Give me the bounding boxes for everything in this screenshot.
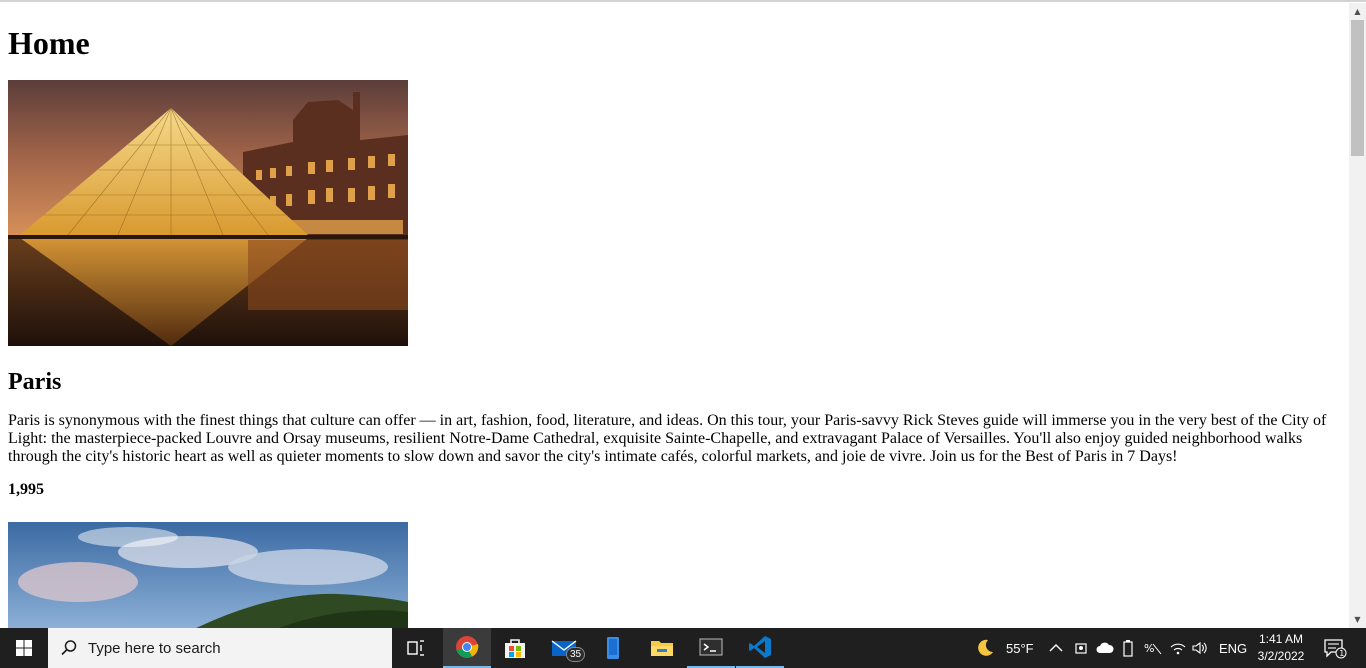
cloud-icon — [1096, 642, 1114, 653]
page-content: Home Paris Paris is synonymous with the … — [0, 24, 1349, 628]
taskbar-terminal[interactable] — [687, 628, 735, 668]
mail-badge: 35 — [566, 647, 586, 662]
start-button[interactable] — [0, 628, 48, 668]
tour-title: Paris — [8, 369, 62, 395]
taskbar-clock[interactable]: 1:41 AM 3/2/2022 — [1250, 631, 1312, 665]
vertical-scrollbar[interactable]: ▲ ▼ — [1349, 3, 1366, 628]
meet-now-icon — [1075, 643, 1087, 654]
louvre-pyramid-image — [8, 80, 408, 346]
chevron-up-icon — [1049, 644, 1063, 652]
battery-icon — [1123, 640, 1133, 657]
scrollbar-thumb[interactable] — [1351, 20, 1364, 156]
taskbar-search-box[interactable]: Type here to search — [48, 628, 392, 668]
taskbar-phone-app[interactable] — [589, 628, 637, 668]
task-view-icon — [407, 640, 424, 656]
landscape-image — [8, 522, 408, 628]
weather-temperature: 55°F — [1006, 640, 1034, 656]
search-placeholder: Type here to search — [88, 639, 221, 657]
tray-onedrive[interactable] — [1096, 628, 1114, 668]
tray-ime[interactable]: % — [1144, 628, 1162, 668]
taskbar-chrome[interactable] — [443, 628, 491, 668]
tray-battery[interactable] — [1122, 628, 1134, 668]
browser-top-border — [0, 0, 1366, 2]
speaker-icon — [1192, 641, 1207, 655]
tray-meet-now[interactable] — [1074, 628, 1088, 668]
windows-icon — [16, 640, 32, 656]
folder-icon — [651, 641, 673, 656]
clock-date: 3/2/2022 — [1257, 649, 1305, 663]
page-viewport: Home Paris Paris is synonymous with the … — [0, 3, 1349, 628]
weather-widget[interactable]: 55°F — [975, 628, 1034, 668]
wifi-icon — [1170, 643, 1186, 655]
scroll-down-icon[interactable]: ▼ — [1349, 611, 1366, 628]
keyboard-ime-icon: % — [1144, 642, 1162, 655]
tour-description: Paris is synonymous with the finest thin… — [8, 412, 1327, 465]
vscode-icon — [749, 636, 771, 658]
taskbar: Type here to search 35 55°F % ENG 1:41 A… — [0, 628, 1366, 668]
taskbar-file-explorer[interactable] — [638, 628, 686, 668]
notification-icon: 1 — [1324, 639, 1347, 659]
show-hidden-icons[interactable] — [1049, 628, 1063, 668]
tray-language[interactable]: ENG — [1219, 628, 1247, 668]
scroll-up-icon[interactable]: ▲ — [1349, 3, 1366, 20]
search-icon — [61, 640, 77, 656]
phone-link-icon — [607, 637, 619, 659]
moon-icon — [978, 639, 993, 656]
tray-network[interactable] — [1170, 628, 1186, 668]
page-heading: Home — [8, 25, 90, 61]
notification-count: 1 — [1339, 649, 1344, 658]
terminal-icon — [699, 638, 723, 656]
tour-price: 1,995 — [8, 481, 44, 498]
tray-volume[interactable] — [1192, 628, 1208, 668]
store-icon — [505, 639, 525, 658]
language-indicator: ENG — [1219, 640, 1248, 656]
svg-text:%: % — [1144, 642, 1154, 655]
chrome-icon — [456, 636, 479, 658]
clock-time: 1:41 AM — [1258, 632, 1304, 646]
taskbar-store[interactable] — [491, 628, 539, 668]
taskbar-vscode[interactable] — [736, 628, 784, 668]
taskbar-mail[interactable]: 35 — [540, 628, 588, 668]
task-view-button[interactable] — [392, 628, 440, 668]
notification-center-button[interactable]: 1 — [1323, 628, 1347, 668]
